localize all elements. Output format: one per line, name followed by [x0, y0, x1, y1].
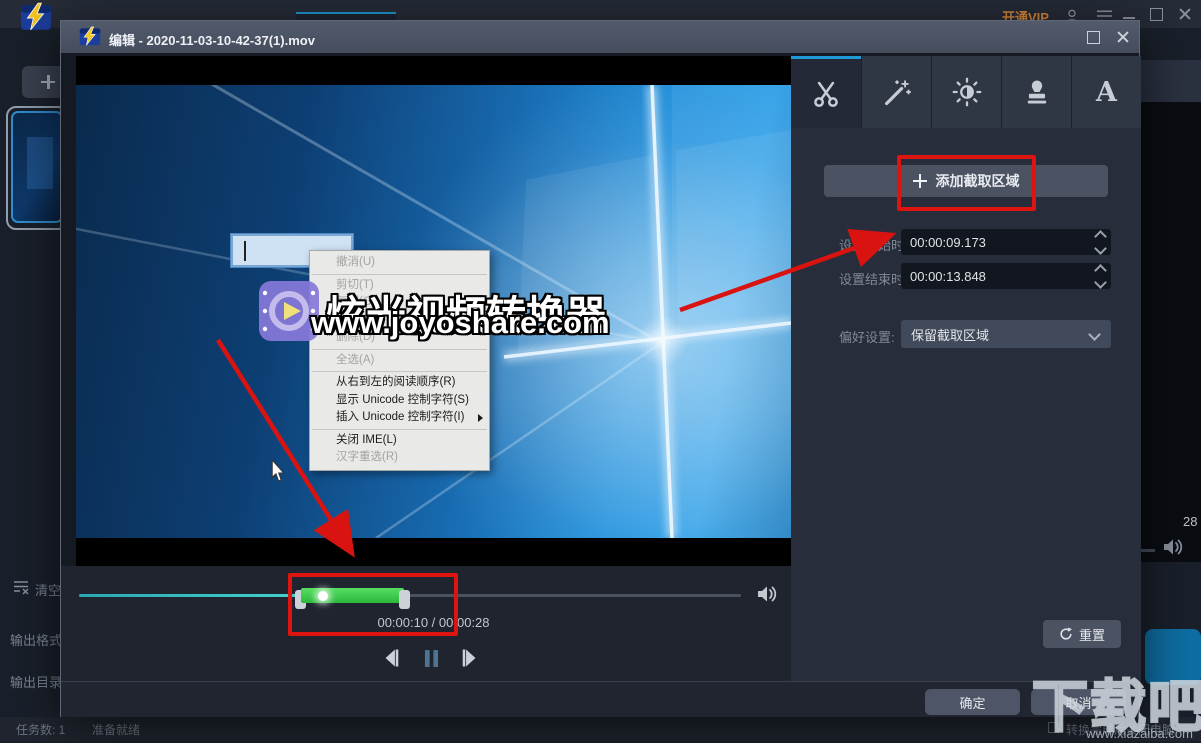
clear-list-icon[interactable] — [13, 580, 30, 600]
main-duration-fragment: 28 — [1183, 514, 1197, 529]
menu-item-label: 插入 Unicode 控制字符(I) — [336, 411, 464, 423]
preference-value: 保留截取区域 — [901, 325, 1090, 344]
thumbnail-image — [11, 111, 63, 223]
main-speaker-icon[interactable] — [1162, 537, 1186, 562]
tab-adjust[interactable] — [931, 56, 1001, 128]
menu-item[interactable]: 全选(A) — [310, 352, 489, 370]
dialog-app-icon — [79, 26, 101, 52]
chevron-down-icon[interactable] — [1094, 242, 1107, 255]
prev-frame-button[interactable] — [383, 648, 400, 673]
text-cursor — [244, 241, 246, 261]
output-dir-label: 输出目录: — [10, 672, 60, 691]
start-time-spinner[interactable] — [1089, 229, 1111, 255]
end-time-field[interactable]: 00:00:13.848 — [901, 263, 1111, 289]
main-close-button[interactable] — [1178, 7, 1192, 21]
main-volume-slider[interactable] — [1141, 549, 1155, 552]
chevron-up-icon[interactable] — [1094, 264, 1107, 277]
chevron-down-icon[interactable] — [1094, 276, 1107, 289]
magic-wand-icon — [882, 77, 912, 107]
annotation-box-add-region — [897, 155, 1036, 211]
scissors-icon — [811, 79, 841, 109]
chevron-down-icon — [1088, 328, 1101, 341]
tool-tabs: A — [791, 56, 1141, 128]
speaker-icon[interactable] — [756, 584, 780, 609]
reset-button[interactable]: 重置 — [1043, 620, 1121, 648]
thumbnail-highlight — [27, 137, 53, 189]
letter-a-icon: A — [1096, 77, 1117, 108]
tab-effect[interactable] — [861, 56, 931, 128]
menu-separator — [312, 371, 487, 372]
preference-label: 偏好设置: — [839, 327, 895, 346]
brightness-icon — [952, 77, 982, 107]
watermark-url-text: www.joyoshare.com — [311, 305, 610, 341]
task-count-label: 任务数: 1 — [16, 721, 65, 738]
next-frame-button[interactable] — [461, 648, 478, 673]
start-time-value[interactable]: 00:00:09.173 — [901, 235, 1089, 250]
clear-list-label[interactable]: 清空 — [35, 580, 61, 599]
ready-status-label: 准备就绪 — [92, 721, 140, 738]
main-app-icon — [20, 2, 52, 37]
video-thumbnail[interactable] — [6, 106, 68, 230]
dialog-close-button[interactable] — [1116, 30, 1130, 44]
stamp-icon — [1022, 77, 1052, 107]
tab-watermark[interactable] — [1001, 56, 1071, 128]
end-time-spinner[interactable] — [1089, 263, 1111, 289]
menu-separator — [312, 349, 487, 350]
video-frame: 撤消(U) 剪切(T) 复制(C) 粘贴(P) 删除(D) 全选(A) 从右到左… — [76, 85, 791, 538]
main-preview-video-peek — [1141, 102, 1201, 562]
main-minimize-button[interactable] — [1123, 17, 1135, 19]
ok-button[interactable]: 确定 — [925, 689, 1020, 715]
menu-item[interactable]: 关闭 IME(L) — [310, 432, 489, 450]
tab-trim[interactable] — [791, 56, 861, 128]
chevron-up-icon[interactable] — [1094, 230, 1107, 243]
preference-dropdown[interactable]: 保留截取区域 — [901, 320, 1111, 348]
menu-separator — [312, 274, 487, 275]
menu-item[interactable]: 显示 Unicode 控制字符(S) — [310, 392, 489, 410]
tab-text[interactable]: A — [1071, 56, 1141, 128]
main-preview-peek — [1141, 60, 1201, 102]
menu-item[interactable]: 撤消(U) — [310, 254, 489, 272]
plus-icon — [41, 75, 55, 89]
main-maximize-button[interactable] — [1150, 8, 1163, 21]
menu-separator — [312, 429, 487, 430]
pause-button[interactable] — [424, 649, 439, 673]
status-bar — [0, 717, 1201, 741]
menu-item-with-submenu[interactable]: 插入 Unicode 控制字符(I) — [310, 409, 489, 427]
start-time-field[interactable]: 00:00:09.173 — [901, 229, 1111, 255]
dialog-title: 编辑 - 2020-11-03-10-42-37(1).mov — [109, 30, 315, 49]
annotation-box-timeline — [288, 573, 458, 636]
submenu-arrow-icon — [478, 414, 483, 422]
menu-item[interactable]: 汉字重选(R) — [310, 449, 489, 467]
edit-dialog: 编辑 - 2020-11-03-10-42-37(1).mov — [60, 20, 1140, 717]
timeline-played[interactable] — [79, 594, 304, 597]
reset-label: 重置 — [1079, 625, 1105, 644]
menu-item[interactable]: 从右到左的阅读顺序(R) — [310, 374, 489, 392]
mouse-cursor — [271, 460, 286, 487]
end-time-value[interactable]: 00:00:13.848 — [901, 269, 1089, 284]
output-format-label: 输出格式: — [10, 630, 60, 649]
dialog-maximize-button[interactable] — [1087, 31, 1100, 44]
site-watermark-url: www.xiazaiba.com — [1086, 726, 1193, 741]
reset-icon — [1059, 627, 1073, 641]
